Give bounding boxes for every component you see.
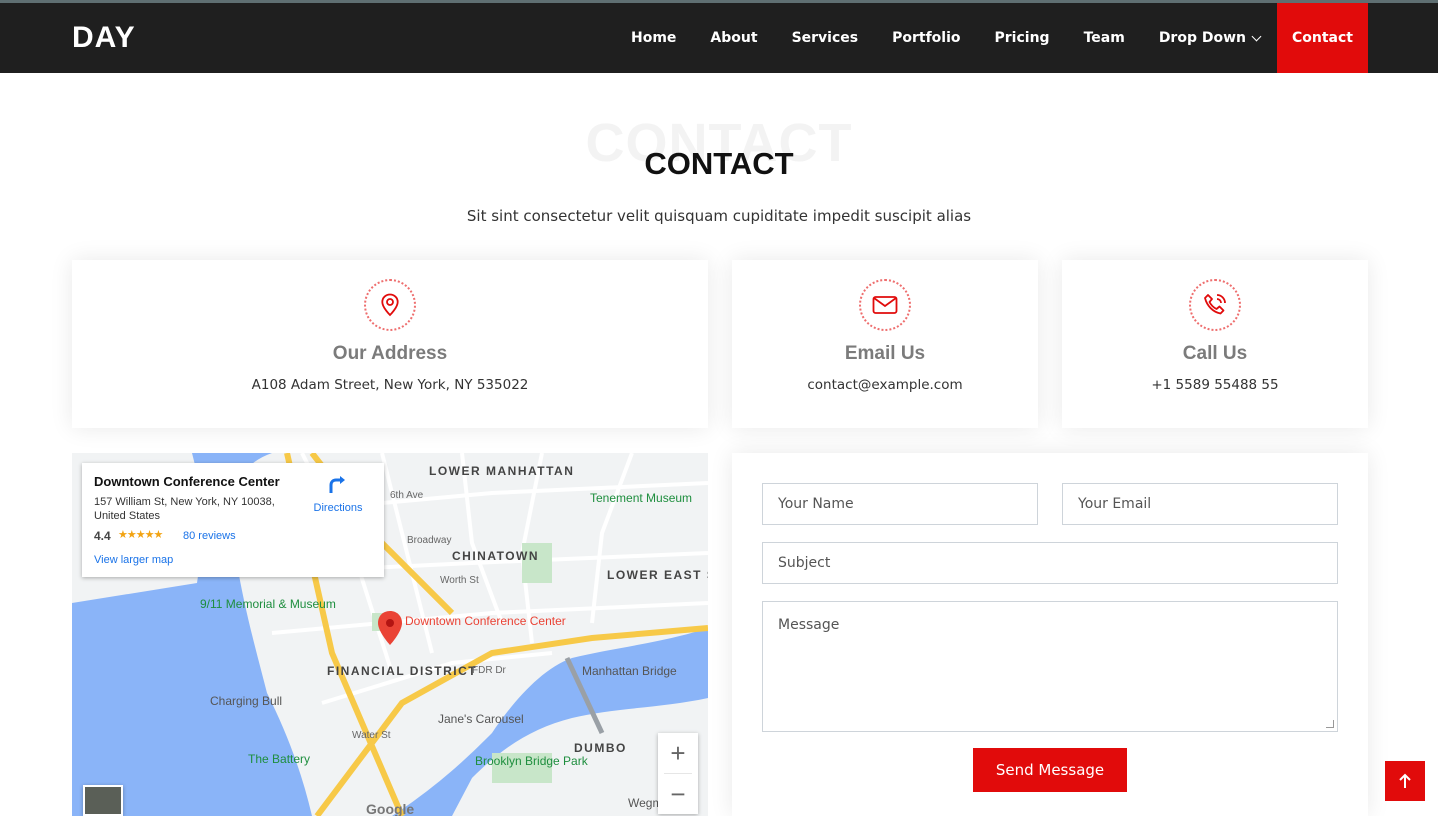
call-card: Call Us +1 5589 55488 55 [1062, 260, 1368, 428]
map-label-charging-bull: Charging Bull [210, 694, 282, 708]
address-card: Our Address A108 Adam Street, New York, … [72, 260, 708, 428]
resize-handle-icon[interactable] [1326, 720, 1334, 728]
map-label-battery: The Battery [248, 752, 310, 766]
map-info-card: Downtown Conference Center 157 William S… [82, 463, 384, 577]
map-label-lower-manhattan: LOWER MANHATTAN [429, 464, 574, 478]
map-label-water: Water St [352, 730, 391, 741]
zoom-out-button[interactable]: − [658, 774, 698, 814]
directions-label: Directions [313, 502, 363, 514]
nav-home[interactable]: Home [614, 3, 693, 73]
map-label-broadway: Broadway [407, 535, 451, 546]
nav-pricing[interactable]: Pricing [978, 3, 1067, 73]
site-header: DAY Home About Services Portfolio Pricin… [0, 3, 1438, 73]
satellite-toggle-button[interactable] [83, 785, 123, 816]
nav-contact[interactable]: Contact [1277, 3, 1368, 73]
map-pin-icon [364, 279, 416, 331]
call-title: Call Us [1182, 343, 1248, 364]
star-rating-icon: ★★★★★ [118, 529, 163, 541]
nav-about[interactable]: About [693, 3, 774, 73]
address-title: Our Address [332, 343, 448, 364]
map-place-address: 157 William St, New York, NY 10038, Unit… [94, 496, 275, 522]
nav-portfolio[interactable]: Portfolio [875, 3, 977, 73]
map-label-6th-ave: 6th Ave [390, 490, 424, 501]
email-card: Email Us contact@example.com [732, 260, 1038, 428]
message-textarea[interactable]: Message [762, 601, 1338, 732]
site-logo[interactable]: DAY [72, 21, 136, 55]
send-message-button[interactable]: Send Message [973, 748, 1127, 792]
section-title: CONTACT [644, 146, 794, 181]
map-zoom-controls: + − [658, 733, 698, 814]
email-text: contact@example.com [807, 377, 963, 393]
name-input[interactable]: Your Name [762, 483, 1038, 525]
directions-button[interactable]: Directions [304, 473, 372, 514]
google-logo: Google [366, 801, 415, 816]
map-label-manhattan-bridge: Manhattan Bridge [582, 664, 677, 678]
nav-services[interactable]: Services [775, 3, 876, 73]
email-title: Email Us [844, 343, 926, 364]
zoom-in-button[interactable]: + [658, 733, 698, 773]
map-place-name: Downtown Conference Center [94, 474, 280, 489]
directions-icon [329, 476, 345, 493]
message-placeholder: Message [778, 617, 840, 633]
map-label-lower-east-side: LOWER EAST SIDE [607, 568, 708, 582]
view-larger-map-link[interactable]: View larger map [94, 554, 173, 566]
map-label-fdr: FDR Dr [472, 665, 507, 676]
subject-input[interactable]: Subject [762, 542, 1338, 584]
email-input[interactable]: Your Email [1062, 483, 1338, 525]
call-text: +1 5589 55488 55 [1151, 377, 1279, 393]
map-label-memorial: 9/11 Memorial & Museum [200, 597, 336, 611]
map-label-financial-district: FINANCIAL DISTRICT [327, 664, 477, 678]
phone-icon [1189, 279, 1241, 331]
map-label-dumbo: DUMBO [574, 741, 627, 755]
arrow-up-icon [1399, 773, 1411, 788]
map-label-tenement: Tenement Museum [590, 491, 692, 505]
map-label-worth: Worth St [440, 575, 479, 586]
nav-team[interactable]: Team [1067, 3, 1142, 73]
map-label-chinatown: CHINATOWN [452, 549, 539, 563]
map-reviews-link[interactable]: 80 reviews [183, 530, 236, 542]
envelope-icon [859, 279, 911, 331]
map-pin-label: Downtown Conference Center [405, 614, 566, 628]
address-text: A108 Adam Street, New York, NY 535022 [251, 377, 529, 393]
back-to-top-button[interactable] [1385, 761, 1425, 801]
map-label-brooklyn-bridge-park: Brooklyn Bridge Park [475, 754, 589, 768]
map-rating: 4.4 [94, 529, 111, 543]
main-nav: Home About Services Portfolio Pricing Te… [614, 3, 1368, 73]
map-label-janes-carousel: Jane's Carousel [438, 712, 524, 726]
nav-dropdown-label: Drop Down [1158, 30, 1246, 46]
nav-dropdown[interactable]: Drop Down [1142, 3, 1277, 73]
chevron-down-icon [1251, 31, 1262, 41]
section-subtitle: Sit sint consectetur velit quisquam cupi… [466, 207, 972, 225]
